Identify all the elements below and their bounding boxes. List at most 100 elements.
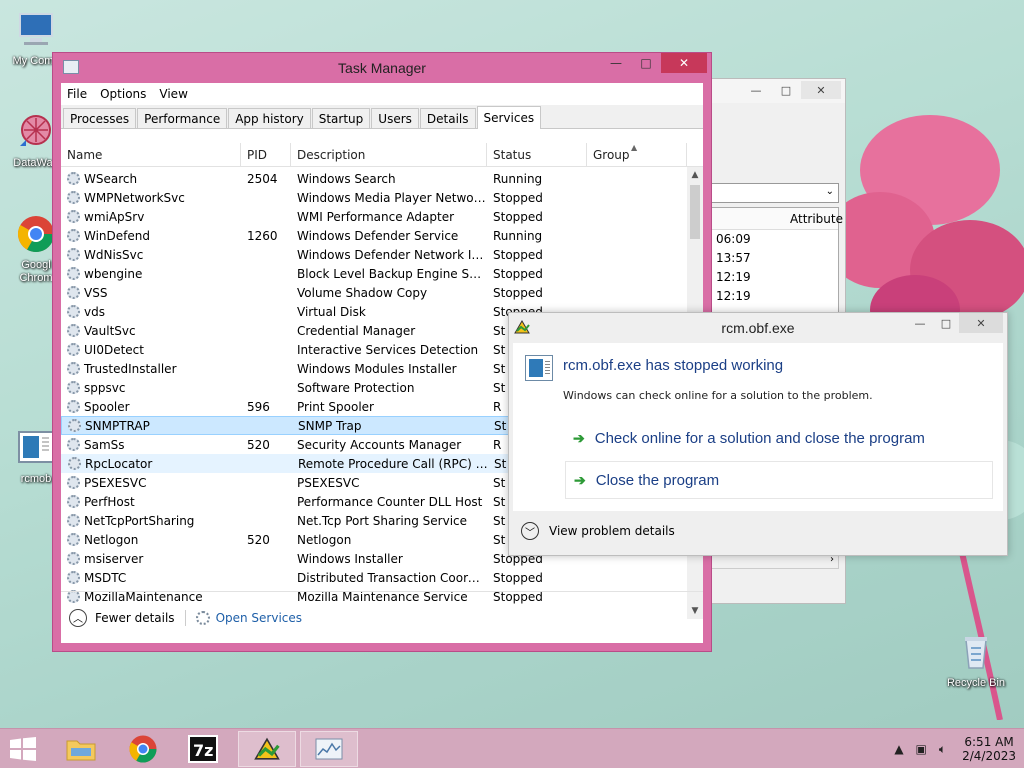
service-name: TrustedInstaller	[61, 362, 241, 376]
menu-view[interactable]: View	[159, 87, 187, 101]
desktop-icon-recycle-bin[interactable]: Recycle Bin	[940, 632, 1012, 690]
minimize-button[interactable]: —	[601, 53, 631, 73]
gear-icon	[67, 381, 80, 394]
taskbar-error-reporting[interactable]	[238, 731, 296, 767]
column-header-pid[interactable]: PID	[241, 143, 291, 167]
datawag-icon	[20, 115, 51, 146]
service-description: Performance Counter DLL Host	[297, 494, 483, 509]
gear-icon	[67, 324, 80, 337]
service-description: PSEXESVC	[297, 475, 360, 490]
taskbar-file-explorer[interactable]	[52, 731, 110, 767]
service-name: SamSs	[61, 438, 241, 452]
column-header-description[interactable]: Description	[291, 143, 487, 167]
taskbar-7zip[interactable]: 7z	[174, 731, 232, 767]
recycle-bin-icon	[965, 637, 987, 669]
chrome-icon	[17, 216, 55, 253]
background-window-titlebar[interactable]: — □ ✕	[701, 79, 845, 103]
tab-performance[interactable]: Performance	[137, 108, 228, 128]
tab-users[interactable]: Users	[371, 108, 419, 128]
error-dialog-titlebar[interactable]: rcm.obf.exe — □ ✕	[509, 313, 1007, 343]
background-dropdown[interactable]: ⌄	[711, 183, 839, 203]
close-button[interactable]: ✕	[801, 81, 841, 99]
clock[interactable]: 6:51 AM 2/4/2023	[962, 735, 1016, 763]
table-row[interactable]: MSDTC Distributed Transaction Coordin... S…	[61, 568, 687, 587]
service-description: Security Accounts Manager	[297, 437, 462, 452]
table-row[interactable]: WinDefend 1260 Windows Defender Service Run…	[61, 226, 687, 245]
gear-icon	[67, 438, 80, 451]
scroll-up-icon[interactable]: ▲	[687, 167, 703, 183]
service-description: Credential Manager	[297, 323, 416, 338]
task-manager-titlebar[interactable]: Task Manager — □ ✕	[53, 53, 711, 83]
close-program-option[interactable]: ➔ Close the program	[565, 461, 993, 499]
check-online-option[interactable]: ➔ Check online for a solution and close …	[565, 419, 993, 457]
list-item[interactable]: 12:19	[712, 268, 838, 287]
service-description: WMI Performance Adapter	[297, 209, 455, 224]
maximize-button[interactable]: □	[631, 53, 661, 73]
table-row[interactable]: wbengine Block Level Backup Engine Servic…	[61, 264, 687, 283]
arrow-right-icon: ➔	[574, 471, 586, 488]
service-description: Software Protection	[297, 380, 415, 395]
clock-date: 2/4/2023	[962, 749, 1016, 763]
menu-file[interactable]: File	[67, 87, 87, 101]
close-button[interactable]: ✕	[959, 313, 1003, 333]
taskbar-chrome[interactable]	[114, 731, 172, 767]
service-status: Stopped	[493, 209, 543, 224]
attribute-column-header[interactable]: Attribute	[790, 212, 843, 226]
taskbar-task-manager[interactable]	[300, 731, 358, 767]
table-row[interactable]: WSearch 2504 Windows Search Running	[61, 169, 687, 188]
maximize-button[interactable]: □	[933, 313, 959, 333]
open-services-link[interactable]: Open Services	[216, 611, 302, 625]
menu-options[interactable]: Options	[100, 87, 146, 101]
fewer-details-button[interactable]: Fewer details	[95, 611, 175, 625]
tab-services[interactable]: Services	[476, 106, 542, 129]
tab-processes[interactable]: Processes	[63, 108, 137, 128]
chevron-up-icon[interactable]: ︿	[69, 608, 87, 627]
divider	[184, 609, 186, 626]
gear-icon	[68, 457, 81, 470]
clock-time: 6:51 AM	[964, 735, 1014, 749]
arrow-right-icon: ➔	[573, 429, 585, 446]
service-pid: 2504	[247, 171, 278, 186]
close-button[interactable]: ✕	[661, 53, 707, 73]
show-hidden-icons-icon[interactable]: ▲	[894, 742, 903, 756]
maximize-button[interactable]: □	[771, 81, 801, 99]
list-item[interactable]: 12:19	[712, 287, 838, 306]
application-file-icon	[525, 355, 553, 381]
volume-icon[interactable]: 🔈︎	[939, 742, 946, 757]
tab-startup[interactable]: Startup	[311, 108, 371, 128]
windows-start-icon[interactable]	[8, 737, 38, 761]
table-row[interactable]: WMPNetworkSvc Windows Media Player Networ…	[61, 188, 687, 207]
error-dialog-footer[interactable]: ﹀ View problem details	[513, 513, 1003, 549]
network-icon[interactable]: ▣	[916, 742, 927, 756]
view-problem-details-button[interactable]: View problem details	[549, 524, 675, 538]
service-description: Windows Defender Service	[297, 228, 459, 243]
column-header-name[interactable]: Name	[61, 143, 241, 167]
services-gear-icon	[195, 610, 210, 625]
tab-details[interactable]: Details	[419, 108, 476, 128]
folder-icon	[66, 740, 96, 761]
list-item[interactable]: 06:09	[712, 230, 838, 249]
tab-app-history[interactable]: App history	[228, 108, 311, 128]
service-status: Running	[493, 171, 543, 186]
table-row[interactable]: VSS Volume Shadow Copy Stopped	[61, 283, 687, 302]
gear-icon	[67, 210, 80, 223]
column-header-status[interactable]: Status	[487, 143, 587, 167]
gear-icon	[67, 343, 80, 356]
service-name: wmiApSrv	[61, 210, 241, 224]
minimize-button[interactable]: —	[907, 313, 933, 333]
service-status: Stopped	[493, 247, 543, 262]
chevron-down-icon[interactable]: ﹀	[521, 522, 539, 540]
service-name: WdNisSvc	[61, 248, 241, 262]
table-row[interactable]: wmiApSrv WMI Performance Adapter Stopped	[61, 207, 687, 226]
scroll-thumb[interactable]	[690, 185, 700, 239]
taskbar: 7z ▲ ▣ 🔈︎ 6:51 AM 2/4/2023	[0, 728, 1024, 768]
table-row[interactable]: WdNisSvc Windows Defender Network Insp...…	[61, 245, 687, 264]
gear-icon	[67, 267, 80, 280]
service-description: Netlogon	[297, 532, 352, 547]
system-tray: ▲ ▣ 🔈︎ 6:51 AM 2/4/2023	[888, 733, 1016, 765]
service-name: UI0Detect	[61, 343, 241, 357]
list-item[interactable]: 13:57	[712, 249, 838, 268]
minimize-button[interactable]: —	[741, 81, 771, 99]
service-pid: 520	[247, 437, 270, 452]
gear-icon	[67, 286, 80, 299]
